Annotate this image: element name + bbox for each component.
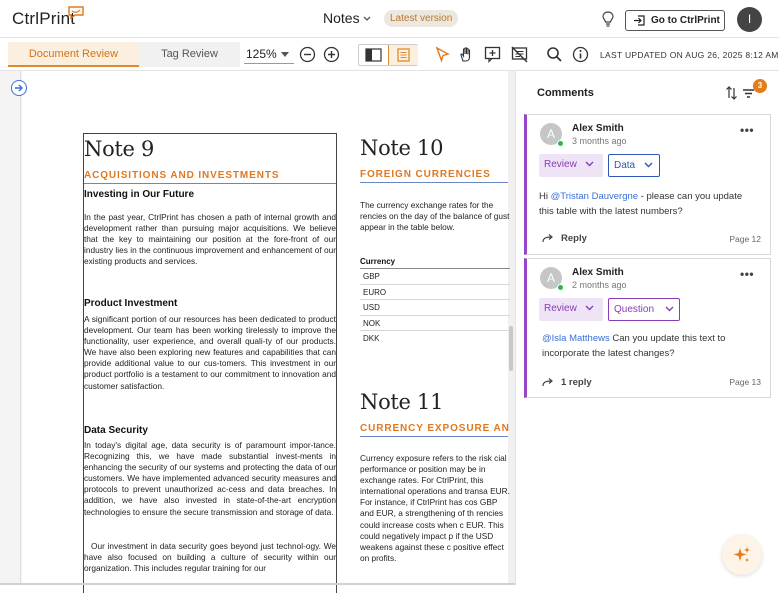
chevron-down-icon <box>644 162 653 168</box>
version-badge: Latest version <box>384 10 459 27</box>
pan-hand-icon[interactable] <box>458 46 475 63</box>
view-mode-toggle <box>358 44 418 66</box>
select-cursor-icon[interactable] <box>434 46 451 63</box>
tag-select[interactable]: Question <box>608 298 680 321</box>
comments-title: Comments <box>537 87 594 99</box>
currency-row: DKK <box>363 334 380 343</box>
search-icon[interactable] <box>546 46 563 63</box>
go-to-ctrlprint-label: Go to CtrlPrint <box>651 15 720 26</box>
sparkle-icon <box>733 547 750 562</box>
note9-section3-text: In today's digital age, data security is… <box>84 440 336 517</box>
replies-button[interactable]: 1 reply <box>542 377 592 388</box>
note9-subtitle: ACQUISITIONS AND INVESTMENTS <box>84 170 280 181</box>
left-side-strip <box>0 71 21 585</box>
comment-card[interactable]: A Alex Smith 3 months ago ••• Review Dat… <box>524 114 771 255</box>
ctrlprint-logo[interactable]: CtrlPrint <box>12 9 75 29</box>
zoom-in-icon[interactable] <box>323 46 340 63</box>
more-options-icon[interactable]: ••• <box>740 267 754 281</box>
sign-in-icon <box>634 15 645 26</box>
more-options-icon[interactable]: ••• <box>740 123 754 137</box>
expand-panel-button[interactable] <box>11 80 27 96</box>
comment-mention[interactable]: @Isla Matthews <box>542 333 610 344</box>
top-bar: CtrlPrint Notes Latest version Go to Ctr… <box>0 0 779 38</box>
reply-label: Reply <box>561 233 587 244</box>
reply-arrow-icon <box>542 234 553 243</box>
status-select[interactable]: Review <box>539 154 603 177</box>
note9-section1-text: In the past year, CtrlPrint has chosen a… <box>84 212 336 267</box>
zoom-dropdown-arrow-icon[interactable] <box>281 52 289 57</box>
go-to-ctrlprint-button[interactable]: Go to CtrlPrint <box>625 10 725 31</box>
currency-row: GBP <box>360 269 510 285</box>
comment-page-ref[interactable]: Page 12 <box>729 234 761 244</box>
note10-title: Note 10 <box>360 136 444 160</box>
note9-section2-text: A significant portion of our resources h… <box>84 314 336 391</box>
note10-rule <box>360 182 508 183</box>
comment-mention[interactable]: @Tristan Dauvergne <box>551 191 638 202</box>
note9-section3-text2: Our investment in data security goes bey… <box>84 541 336 574</box>
tag-select-value: Question <box>614 304 655 315</box>
comment-body-prefix: Hi <box>539 191 551 202</box>
note9-title: Note 9 <box>84 137 155 161</box>
chevron-down-icon[interactable] <box>362 14 372 24</box>
note11-subtitle: CURRENCY EXPOSURE AN <box>360 423 510 434</box>
note11-title: Note 11 <box>360 390 444 414</box>
zoom-out-icon[interactable] <box>299 46 316 63</box>
document-title[interactable]: Notes <box>323 10 360 26</box>
chevron-down-icon <box>665 306 674 312</box>
sort-icon[interactable] <box>725 86 738 100</box>
last-updated-text: LAST UPDATED ON AUG 26, 2025 8:12 AM <box>600 50 779 60</box>
tab-document-review[interactable]: Document Review <box>8 42 139 67</box>
comment-author: Alex Smith <box>572 267 624 278</box>
note9-section1-heading: Investing in Our Future <box>84 189 195 200</box>
comment-page-ref[interactable]: Page 13 <box>729 377 761 387</box>
reply-button[interactable]: Reply <box>542 233 587 244</box>
tag-select-value: Data <box>614 160 636 171</box>
tag-select[interactable]: Data <box>608 154 660 177</box>
currency-row: NOK <box>360 316 510 331</box>
comment-author: Alex Smith <box>572 123 624 134</box>
chevron-down-icon <box>585 305 594 311</box>
currency-row: USD <box>360 300 510 316</box>
online-status-dot <box>557 140 564 147</box>
chat-bubble-logo-icon <box>68 6 84 19</box>
comment-card[interactable]: A Alex Smith 2 months ago ••• Review Que… <box>524 258 771 398</box>
info-icon[interactable] <box>572 46 589 63</box>
user-avatar[interactable]: I <box>737 7 762 32</box>
tab-tag-review[interactable]: Tag Review <box>139 42 240 67</box>
note9-section3-heading: Data Security <box>84 425 148 436</box>
note11-text: Currency exposure refers to the risk cia… <box>360 453 510 563</box>
ai-assistant-button[interactable] <box>722 535 762 575</box>
arrow-right-icon <box>15 84 23 92</box>
document-lines-icon <box>397 48 410 62</box>
filter-count-badge: 3 <box>753 79 767 93</box>
sidebar-view-button[interactable] <box>359 45 388 65</box>
review-toolbar: Document Review Tag Review 125% LAST UPD… <box>0 38 779 71</box>
status-select[interactable]: Review <box>539 298 603 321</box>
chevron-down-icon <box>585 161 594 167</box>
status-select-value: Review <box>544 159 577 170</box>
note11-rule <box>360 436 508 437</box>
comment-body: @Isla Matthews Can you update this text … <box>542 332 752 361</box>
comments-panel: Comments 3 A Alex Smith 3 months ago •••… <box>515 71 779 585</box>
currency-table-header: Currency <box>360 257 510 269</box>
status-select-value: Review <box>544 303 577 314</box>
sidebar-layout-icon <box>365 48 382 62</box>
note10-subtitle: FOREIGN CURRENCIES <box>360 169 491 180</box>
reply-arrow-icon <box>542 378 553 387</box>
hide-comments-icon[interactable] <box>511 46 528 63</box>
online-status-dot <box>557 284 564 291</box>
lightbulb-icon[interactable] <box>601 11 615 27</box>
comment-body: Hi @Tristan Dauvergne - please can you u… <box>539 190 749 219</box>
reply-label: 1 reply <box>561 377 592 388</box>
add-comment-icon[interactable] <box>484 46 501 63</box>
document-view-button[interactable] <box>388 45 418 65</box>
comment-time: 2 months ago <box>572 280 627 290</box>
note9-section2-heading: Product Investment <box>84 298 178 309</box>
note10-text: The currency exchange rates for the renc… <box>360 200 510 233</box>
comment-time: 3 months ago <box>572 136 627 146</box>
note9-rule <box>84 183 336 184</box>
currency-row: EURO <box>360 285 510 300</box>
currency-table: Currency GBP EURO USD NOK DKK <box>360 257 510 347</box>
